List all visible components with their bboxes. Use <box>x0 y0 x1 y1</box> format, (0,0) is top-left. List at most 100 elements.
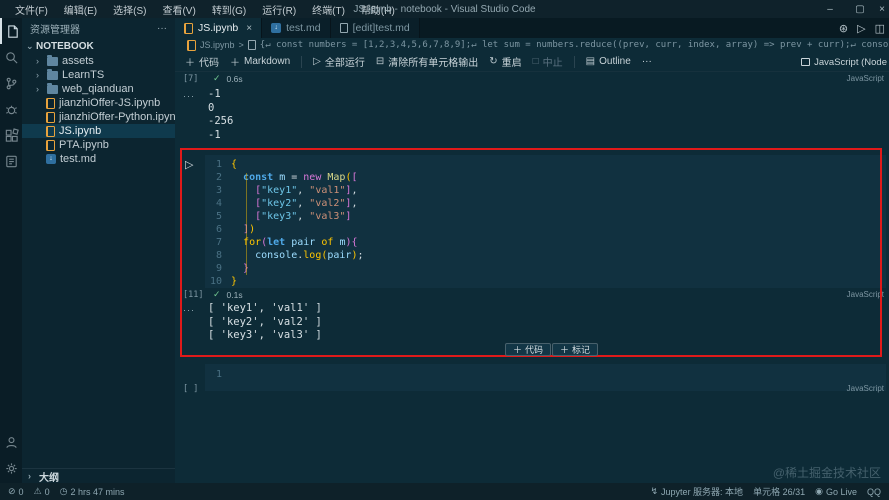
menu-item[interactable]: 帮助(H) <box>354 0 402 19</box>
kernel-picker[interactable]: JavaScript (Node <box>801 52 889 72</box>
window-controls: – ▢ × <box>815 0 889 18</box>
run-all-icon[interactable]: ▷ <box>857 22 865 35</box>
tab-test.md[interactable]: ↓test.md <box>262 18 330 38</box>
maximize-button[interactable]: ▢ <box>845 0 875 18</box>
clear-outputs-button[interactable]: ⊟清除所有单元格输出 <box>376 54 478 69</box>
section-notebook[interactable]: ⌄ NOTEBOOK <box>22 38 175 54</box>
more-actions-button[interactable]: ··· <box>642 56 652 67</box>
nb-icon <box>46 98 55 109</box>
tree-item-label: PTA.ipynb <box>59 139 109 151</box>
status-item[interactable]: ↯Jupyter 服务器: 本地 <box>651 485 744 498</box>
code-token: [ <box>351 171 357 184</box>
outline-button[interactable]: ▤Outline <box>586 56 631 67</box>
menu-item[interactable]: 选择(S) <box>106 0 153 19</box>
tab-JS.ipynb[interactable]: JS.ipynb× <box>175 18 262 38</box>
tree-item-assets[interactable]: ›assets <box>22 54 175 68</box>
tree-item-test.md[interactable]: ↓test.md <box>22 152 175 166</box>
split-editor-icon[interactable]: ◫ <box>875 22 885 35</box>
breadcrumb[interactable]: JS.ipynb > {↵ const numbers = [1,2,3,4,5… <box>175 38 889 52</box>
run-all-button[interactable]: ▷全部运行 <box>313 54 365 69</box>
tree-item-jianzhiOffer-JS.ipynb[interactable]: jianzhiOffer-JS.ipynb <box>22 96 175 110</box>
search-icon[interactable] <box>0 44 22 70</box>
code-line[interactable]: 10} <box>205 275 886 288</box>
code-line[interactable]: 1{ <box>205 158 886 171</box>
code-line[interactable]: 9 } <box>205 262 886 275</box>
cell3-language[interactable]: JavaScript <box>847 384 884 393</box>
tree-item-jianzhiOffer-Python.ipynb[interactable]: jianzhiOffer-Python.ipynb <box>22 110 175 124</box>
status-bar: ⊘0 ⚠0 ◷2 hrs 47 mins ↯Jupyter 服务器: 本地单元格 2… <box>0 483 889 500</box>
menu-item[interactable]: 编辑(E) <box>57 0 104 19</box>
toolbar-separator <box>574 56 575 68</box>
account-icon[interactable] <box>0 429 22 455</box>
cell1-execution-count: [7] <box>183 74 207 84</box>
cell2-code-editor[interactable]: 1{2 const m = new Map([3 ["key1", "val1"… <box>205 155 886 288</box>
status-item[interactable]: ◷2 hrs 47 mins <box>60 486 125 497</box>
code-line[interactable]: 7 for(let pair of m){ <box>205 236 886 249</box>
status-icon: ⊘ <box>8 486 16 497</box>
close-tab-icon[interactable]: × <box>246 23 252 34</box>
code-line[interactable]: 6 ]) <box>205 223 886 236</box>
tree-item-PTA.ipynb[interactable]: PTA.ipynb <box>22 138 175 152</box>
code-line[interactable]: 8 console.log(pair); <box>205 249 886 262</box>
extensions-icon[interactable] <box>0 122 22 148</box>
cell2-run-button[interactable]: ▷ <box>185 158 193 171</box>
notebook-cell-list: [7] ✓ 0.6s JavaScript ··· -10-256-1 ▷ 1{… <box>175 72 889 483</box>
kernel-picker-icon[interactable]: ⊛ <box>839 22 848 35</box>
menu-item[interactable]: 转到(G) <box>205 0 253 19</box>
chevron-right-icon: › <box>28 471 35 481</box>
menu-item[interactable]: 运行(R) <box>255 0 303 19</box>
tab-[edit]test.md[interactable]: [edit]test.md <box>331 18 420 38</box>
tree-item-JS.ipynb[interactable]: JS.ipynb <box>22 124 175 138</box>
interrupt-button[interactable]: □中止 <box>533 54 563 69</box>
cell2-status-bar: [11] ✓ 0.1s JavaScript <box>175 288 889 301</box>
code-line[interactable]: 2 const m = new Map([ <box>205 171 886 184</box>
status-right: ↯Jupyter 服务器: 本地单元格 26/31 ◉Go Live QQ <box>643 485 889 498</box>
line-number: 1 <box>205 158 231 171</box>
code-token: ) <box>249 223 255 236</box>
notebook-view-icon[interactable] <box>0 148 22 174</box>
minimize-button[interactable]: – <box>815 0 845 18</box>
settings-gear-icon[interactable] <box>0 455 22 481</box>
code-line[interactable]: 4 ["key2", "val2"], <box>205 197 886 210</box>
tree-item-web_qianduan[interactable]: ›web_qianduan <box>22 82 175 96</box>
tab-bar: JS.ipynb×↓test.md[edit]test.md ⊛ ▷ ◫ <box>175 18 889 38</box>
chevron-right-icon: › <box>36 56 43 66</box>
code-token: pair <box>327 249 351 262</box>
code-token <box>231 223 243 236</box>
code-line[interactable]: 5 ["key3", "val3"] <box>205 210 886 223</box>
add-code-button[interactable]: ＋代码 <box>185 54 219 69</box>
cell2-output-menu-icon[interactable]: ··· <box>183 305 195 315</box>
source-control-icon[interactable] <box>0 70 22 96</box>
status-item[interactable]: ◉Go Live <box>815 486 857 497</box>
insert-code-cell-button[interactable]: ＋代码 <box>505 343 551 356</box>
section-outline[interactable]: › 大纲 <box>22 468 175 483</box>
code-token: log <box>303 249 321 262</box>
close-button[interactable]: × <box>875 0 889 18</box>
insert-markup-cell-button[interactable]: ＋标记 <box>552 343 598 356</box>
add-markdown-button[interactable]: ＋Markdown <box>230 54 290 69</box>
debug-icon[interactable] <box>0 96 22 122</box>
file-icon <box>340 23 348 33</box>
cell1-output-menu-icon[interactable]: ··· <box>183 91 195 101</box>
code-line[interactable]: 3 ["key1", "val1"], <box>205 184 886 197</box>
code-token: console <box>255 249 297 262</box>
status-item[interactable]: QQ <box>867 487 881 497</box>
status-item[interactable]: ⚠0 <box>34 486 50 497</box>
tree-item-LearnTS[interactable]: ›LearnTS <box>22 68 175 82</box>
menu-item[interactable]: 查看(V) <box>155 0 202 19</box>
menu-item[interactable]: 终端(T) <box>305 0 352 19</box>
status-text: 单元格 26/31 <box>753 485 805 498</box>
explorer-more-icon[interactable]: ··· <box>157 23 167 34</box>
cell3-status-bar: [ ] JavaScript <box>175 382 889 395</box>
cell1-language[interactable]: JavaScript <box>847 74 884 83</box>
menu-item[interactable]: 文件(F) <box>8 0 55 19</box>
menu-bar: 文件(F)编辑(E)选择(S)查看(V)转到(G)运行(R)终端(T)帮助(H) <box>0 0 402 19</box>
notebook-toolbar: ＋代码 ＋Markdown ▷全部运行 ⊟清除所有单元格输出 ↻重启 □中止 ▤… <box>175 52 889 72</box>
cell2-language[interactable]: JavaScript <box>847 290 884 299</box>
nb-icon <box>184 23 193 34</box>
status-item[interactable]: ⊘0 <box>8 486 24 497</box>
cell2-exec-time: 0.1s <box>227 290 243 300</box>
status-item[interactable]: 单元格 26/31 <box>753 485 805 498</box>
restart-button[interactable]: ↻重启 <box>489 54 521 69</box>
explorer-icon[interactable] <box>0 18 22 44</box>
